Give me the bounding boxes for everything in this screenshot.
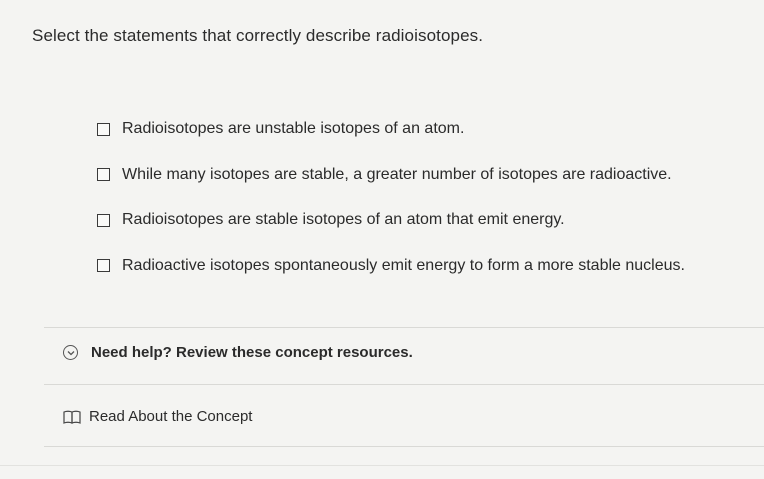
chevron-down-icon [63, 345, 78, 360]
read-about-concept-label: Read About the Concept [89, 408, 253, 425]
option-4[interactable]: Radioactive isotopes spontaneously emit … [97, 255, 685, 277]
question-text: Select the statements that correctly des… [32, 26, 484, 45]
option-4-label: Radioactive isotopes spontaneously emit … [122, 256, 685, 274]
book-icon [63, 410, 81, 424]
divider-middle [44, 384, 764, 385]
divider-top [44, 327, 764, 328]
option-2-label: While many isotopes are stable, a greate… [122, 165, 672, 183]
divider-bottom [44, 446, 764, 447]
option-2-checkbox[interactable] [97, 168, 110, 181]
option-2[interactable]: While many isotopes are stable, a greate… [97, 164, 685, 186]
option-1[interactable]: Radioisotopes are unstable isotopes of a… [97, 118, 685, 140]
option-1-checkbox[interactable] [97, 122, 110, 136]
option-4-checkbox[interactable] [97, 259, 110, 272]
read-about-concept-link[interactable]: Read About the Concept [63, 408, 252, 425]
option-3-label: Radioisotopes are stable isotopes of an … [122, 211, 565, 228]
answer-options: Radioisotopes are unstable isotopes of a… [97, 118, 685, 300]
help-resources-label: Need help? Review these concept resource… [91, 344, 413, 361]
help-resources-toggle[interactable]: Need help? Review these concept resource… [63, 344, 413, 361]
option-3[interactable]: Radioisotopes are stable isotopes of an … [97, 209, 685, 231]
option-1-label: Radioisotopes are unstable isotopes of a… [122, 120, 465, 137]
divider-footer [0, 465, 764, 466]
option-3-checkbox[interactable] [97, 213, 110, 227]
